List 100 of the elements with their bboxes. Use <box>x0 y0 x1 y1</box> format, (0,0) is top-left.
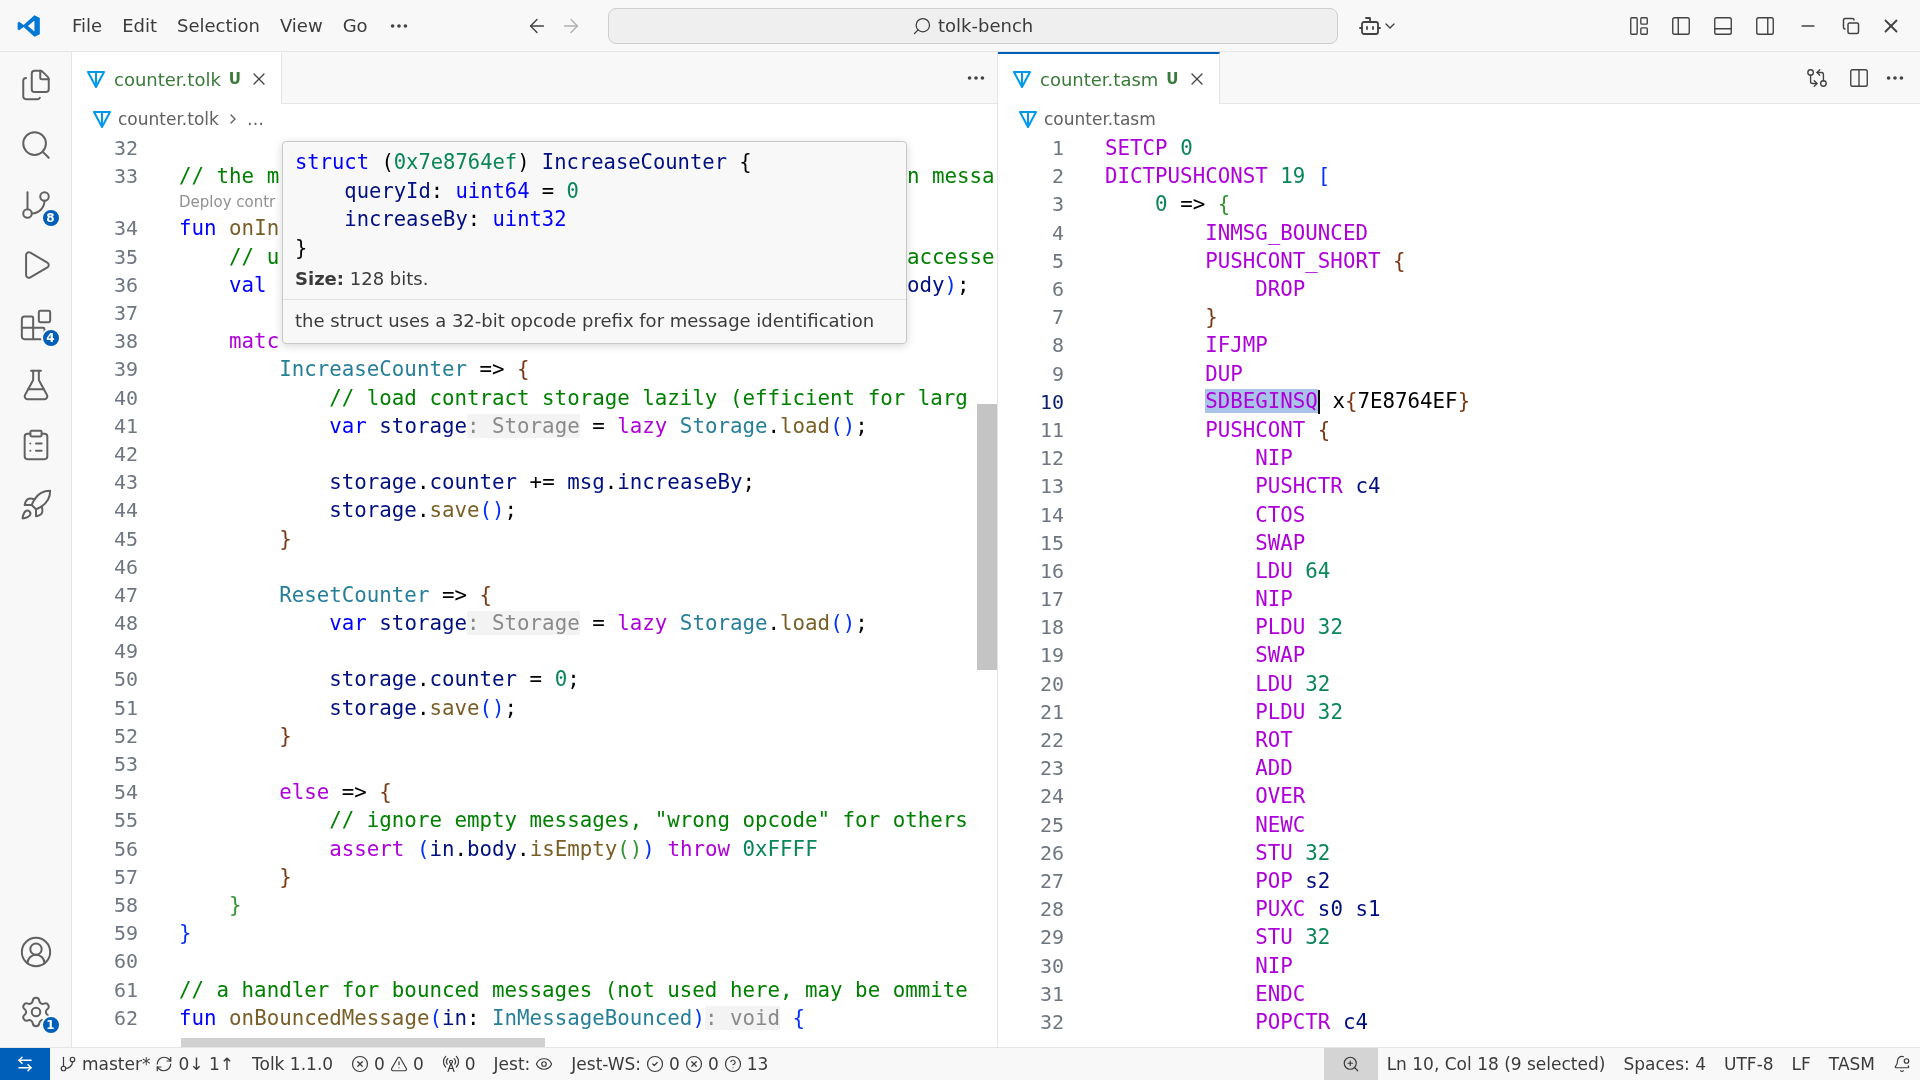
menu-item[interactable]: View <box>269 11 333 40</box>
editor-tab[interactable]: counter.tolk U <box>72 52 282 104</box>
code-line: storage.counter += msg.increaseBy; <box>328 470 756 495</box>
line-number: 33 <box>113 164 138 189</box>
status-text[interactable]: UTF-8 <box>1724 1054 1774 1074</box>
code-line: SDBEGINSQ x{7E8764EF} <box>1204 389 1471 415</box>
breadcrumb-item[interactable]: counter.tasm <box>1044 109 1156 129</box>
triangle-icon <box>1012 69 1032 89</box>
account-icon[interactable] <box>18 935 53 969</box>
code-line: SWAP <box>1254 643 1306 668</box>
line-number: 56 <box>113 836 138 861</box>
menu-item[interactable]: Edit <box>112 11 167 40</box>
panel-left-icon[interactable] <box>1670 14 1692 37</box>
check-icon[interactable] <box>646 1055 665 1073</box>
line-number: 32 <box>1039 1009 1064 1034</box>
line-number: 28 <box>1039 897 1064 922</box>
antenna-icon[interactable] <box>441 1055 460 1073</box>
panel-bottom-icon[interactable] <box>1712 14 1734 37</box>
line-number: 18 <box>1039 615 1064 640</box>
menu-item[interactable]: Selection <box>167 11 270 40</box>
code-line: DICTPUSHCONST 19 [ <box>1105 164 1331 189</box>
compare-icon[interactable] <box>1806 66 1828 89</box>
line-number: 9 <box>1051 361 1064 386</box>
code-line: ADD <box>1254 756 1293 781</box>
status-text[interactable]: Spaces: 4 <box>1623 1054 1707 1074</box>
code-line: storage.save(); <box>328 498 518 523</box>
status-text[interactable]: Jest: <box>493 1054 531 1074</box>
error-icon[interactable] <box>684 1055 703 1073</box>
code-line: NIP <box>1254 953 1293 978</box>
status-text[interactable]: Jest-WS: <box>571 1054 642 1074</box>
status-text[interactable]: 0 <box>707 1054 719 1074</box>
status-text[interactable]: Tolk 1.1.0 <box>252 1054 334 1074</box>
line-number: 34 <box>113 216 138 241</box>
restore-icon[interactable] <box>1842 16 1860 35</box>
code-line: increaseBy: uint32 <box>343 207 567 231</box>
status-text[interactable]: LF <box>1791 1054 1811 1074</box>
bell-icon[interactable] <box>1893 1055 1911 1073</box>
scrollbar-thumb[interactable] <box>181 1038 545 1047</box>
breadcrumb-item[interactable]: … <box>246 109 264 129</box>
breadcrumb-item[interactable]: counter.tolk <box>118 109 219 129</box>
editor-tab[interactable]: counter.tasm U <box>998 52 1220 104</box>
line-number: 31 <box>1039 981 1064 1006</box>
code-line: // u <box>228 244 280 269</box>
code-line: PUXC s0 s1 <box>1254 897 1381 922</box>
status-text[interactable]: 0↓ 1↑ <box>178 1054 234 1074</box>
status-text[interactable]: 0 <box>412 1054 424 1074</box>
blocks-icon[interactable] <box>18 308 53 342</box>
eye-icon[interactable] <box>535 1055 554 1073</box>
error-icon[interactable] <box>351 1055 370 1073</box>
warning-icon[interactable] <box>389 1055 408 1073</box>
code-line: LDU 32 <box>1254 671 1331 696</box>
triangle-icon <box>1018 109 1038 129</box>
code-line: // load contract storage lazily (efficient for larg <box>328 385 968 410</box>
code-line: PUSHCONT { <box>1204 417 1331 442</box>
line-number: 30 <box>1039 953 1064 978</box>
code-line: storage.counter = 0; <box>328 667 580 692</box>
line-number: 39 <box>113 357 138 382</box>
code-line: var storage: Storage = lazy Storage.load(); <box>328 611 868 636</box>
line-number: 60 <box>113 949 138 974</box>
menu-item[interactable]: File <box>62 11 113 40</box>
code-line: NIP <box>1254 446 1293 471</box>
line-number: 43 <box>113 470 138 495</box>
split-editor-icon[interactable] <box>1848 66 1870 89</box>
code-line: INMSG_BOUNCED <box>1204 220 1368 245</box>
line-number: 32 <box>113 136 138 161</box>
scrollbar-thumb[interactable] <box>977 404 997 670</box>
status-text[interactable]: 0 <box>669 1054 680 1074</box>
line-number: 58 <box>113 892 138 917</box>
code-line: IFJMP <box>1204 333 1268 358</box>
line-number: 49 <box>113 639 138 664</box>
code-line: } <box>278 723 292 748</box>
code-line: PUSHCTR c4 <box>1254 474 1381 499</box>
line-number: 46 <box>113 554 138 579</box>
line-number: 29 <box>1039 925 1064 950</box>
line-number: 21 <box>1039 699 1064 724</box>
code-line: NEWC <box>1254 812 1306 837</box>
line-number: 16 <box>1039 558 1064 583</box>
line-number: 38 <box>113 329 138 354</box>
menu-item[interactable]: Go <box>332 11 378 40</box>
status-text[interactable]: 0 <box>374 1054 385 1074</box>
code-line: n messa <box>907 164 995 189</box>
status-text[interactable]: TASM <box>1828 1054 1875 1074</box>
layout-icon[interactable] <box>1628 14 1650 37</box>
line-number: 20 <box>1039 671 1064 696</box>
status-text[interactable]: Ln 10, Col 18 (9 selected) <box>1386 1054 1606 1074</box>
zoom-icon[interactable] <box>1341 1055 1360 1073</box>
remote-button[interactable] <box>0 1048 50 1080</box>
branch-icon[interactable] <box>59 1055 77 1073</box>
sync-icon[interactable] <box>155 1055 174 1073</box>
status-text[interactable]: 0 <box>464 1054 476 1074</box>
panel-right-icon[interactable] <box>1754 14 1776 37</box>
status-text[interactable]: master* <box>82 1054 151 1074</box>
search-field[interactable]: tolk-bench <box>607 7 1338 44</box>
code-line: matc <box>228 329 280 354</box>
status-text[interactable]: 13 <box>746 1054 769 1074</box>
remote-icon <box>16 1055 34 1073</box>
question-icon[interactable] <box>723 1055 742 1073</box>
code-line: POP s2 <box>1254 868 1331 893</box>
code-line: // the m <box>179 164 280 189</box>
line-number: 52 <box>113 723 138 748</box>
